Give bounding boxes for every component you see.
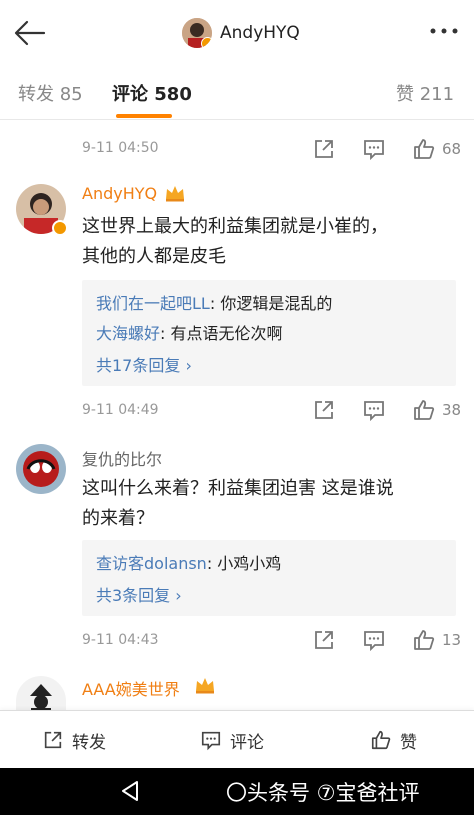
reply-username[interactable]: 我们在一起吧LL: [96, 294, 210, 313]
comment-text-line: 这叫什么来着？利益集团迫害 这是谁说: [82, 478, 394, 499]
comment-time: 9-11 04:49: [82, 402, 159, 418]
reply-icon[interactable]: [362, 137, 386, 161]
avatar[interactable]: [16, 444, 66, 494]
tab-likes-count: 211: [419, 84, 455, 105]
tab-comments-count: 580: [154, 84, 192, 105]
share-icon[interactable]: [312, 628, 336, 652]
active-tab-indicator: [116, 114, 172, 118]
tab-likes[interactable]: 赞 211: [396, 80, 454, 106]
like-count: 38: [442, 401, 462, 419]
bottom-action-bar: 转发 评论 赞: [0, 710, 474, 768]
view-more-replies-link[interactable]: 共3条回复 ›: [96, 582, 182, 606]
comment-text-line: 其他的人都是皮毛: [82, 246, 226, 267]
vip-crown-icon: [166, 186, 184, 202]
forward-button-label: 转发: [72, 732, 106, 753]
watermark-text: 〇头条号 ⑦宝爸社评: [226, 781, 420, 805]
tab-forwards-count: 85: [59, 84, 83, 105]
verified-badge-icon: [201, 37, 212, 48]
header-avatar: [182, 18, 212, 48]
back-arrow-icon[interactable]: [12, 18, 48, 48]
verified-badge-icon: [52, 220, 68, 236]
comment-text: 这叫什么来着？利益集团迫害 这是谁说 的来着？: [82, 474, 442, 534]
like-button[interactable]: 赞: [370, 725, 417, 755]
comment-text-line: 的来着？: [82, 508, 154, 529]
header-title-group[interactable]: AndyHYQ: [182, 17, 300, 49]
comment-time: 9-11 04:50: [82, 140, 159, 156]
vip-crown-icon: [196, 678, 214, 694]
reply-text: : 小鸡小鸡: [206, 554, 282, 573]
tab-likes-label: 赞: [396, 84, 414, 105]
comment-icon: [201, 731, 221, 751]
comment-username[interactable]: AndyHYQ: [82, 184, 157, 203]
like-thumb-icon[interactable]: [412, 628, 436, 652]
like-count: 68: [442, 140, 462, 158]
comment-button[interactable]: 评论: [200, 725, 264, 755]
avatar[interactable]: [16, 676, 66, 710]
reply-text: : 有点语无伦次啊: [160, 324, 283, 343]
comment-time: 9-11 04:43: [82, 632, 159, 648]
tab-forwards[interactable]: 转发 85: [18, 80, 83, 106]
reply-item: 大海螺好: 有点语无伦次啊: [96, 320, 283, 344]
reply-icon[interactable]: [362, 628, 386, 652]
like-thumb-icon: [371, 730, 391, 750]
reply-username[interactable]: 大海螺好: [96, 324, 160, 343]
tab-bar: 转发 85 评论 580 赞 211: [0, 64, 474, 120]
like-thumb-icon[interactable]: [412, 137, 436, 161]
reply-icon[interactable]: [362, 398, 386, 422]
nav-back-triangle-icon[interactable]: [120, 780, 140, 802]
reply-item: 查访客dolansn: 小鸡小鸡: [96, 550, 281, 574]
share-icon[interactable]: [312, 398, 336, 422]
reply-item: 我们在一起吧LL: 你逻辑是混乱的: [96, 290, 332, 314]
reply-preview-box[interactable]: 我们在一起吧LL: 你逻辑是混乱的 大海螺好: 有点语无伦次啊 共17条回复 ›: [82, 280, 456, 386]
reply-preview-box[interactable]: 查访客dolansn: 小鸡小鸡 共3条回复 ›: [82, 540, 456, 616]
comment-username[interactable]: AAA婉美世界: [82, 676, 180, 700]
page-title: AndyHYQ: [220, 23, 300, 43]
comment-text-line: 这世界上最大的利益集团就是小崔的，: [82, 216, 388, 237]
like-count: 13: [442, 631, 462, 649]
share-icon: [44, 731, 62, 749]
tab-comments[interactable]: 评论 580: [112, 80, 192, 106]
comment-username[interactable]: 复仇的比尔: [82, 446, 162, 470]
system-nav-bar: 〇头条号 ⑦宝爸社评: [0, 768, 474, 815]
like-thumb-icon[interactable]: [412, 398, 436, 422]
more-options-icon[interactable]: [428, 24, 460, 38]
tab-forwards-label: 转发: [18, 84, 54, 105]
tab-comments-label: 评论: [112, 84, 148, 105]
comment-button-label: 评论: [230, 732, 264, 753]
top-bar: AndyHYQ: [0, 0, 474, 64]
view-more-replies-link[interactable]: 共17条回复 ›: [96, 352, 192, 376]
forward-button[interactable]: 转发: [42, 725, 106, 755]
reply-username[interactable]: 查访客dolansn: [96, 554, 207, 573]
comment-text: 这世界上最大的利益集团就是小崔的， 其他的人都是皮毛: [82, 212, 442, 272]
like-button-label: 赞: [400, 732, 417, 753]
reply-text: : 你逻辑是混乱的: [209, 294, 333, 313]
share-icon[interactable]: [312, 137, 336, 161]
